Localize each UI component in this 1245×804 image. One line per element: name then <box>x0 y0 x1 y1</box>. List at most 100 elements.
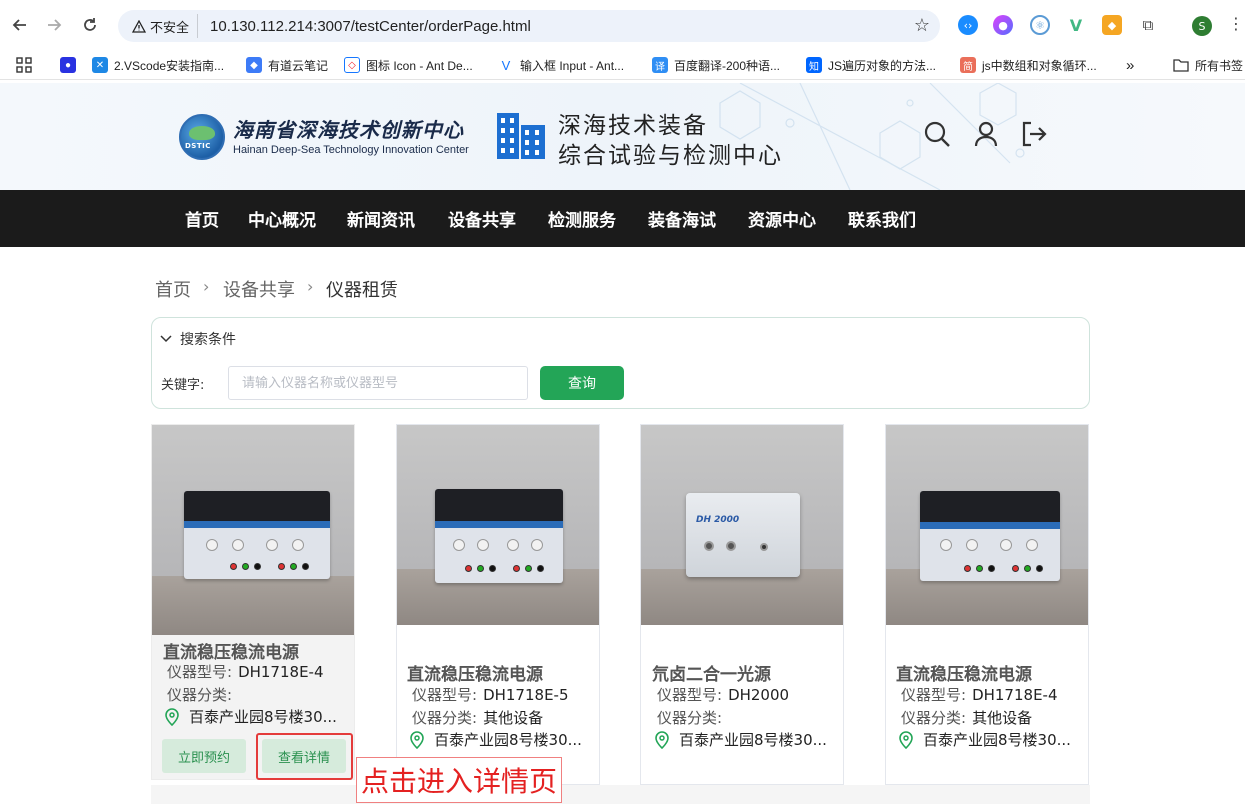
chevron-down-icon <box>160 335 172 343</box>
breadcrumb-chevron-icon: › <box>203 277 210 296</box>
nav-contact[interactable]: 联系我们 <box>848 206 916 231</box>
search-conditions-toggle[interactable]: 搜索条件 <box>160 329 236 349</box>
building-icon <box>497 113 545 159</box>
query-button[interactable]: 查询 <box>540 366 624 400</box>
back-arrow-icon[interactable] <box>8 13 32 37</box>
card-row-shadow <box>151 785 1090 804</box>
annotation-note: 点击进入详情页 <box>356 757 563 803</box>
product-photo[interactable] <box>886 425 1088 625</box>
search-conditions-title: 搜索条件 <box>180 332 236 348</box>
product-model: 仪器型号: DH1718E-5 <box>412 686 569 704</box>
bookmark-zhihu[interactable]: 知 JS遍历对象的方法... <box>806 55 936 75</box>
keyword-label: 关键字: <box>161 378 205 393</box>
youdao-note-icon: ◆ <box>246 57 262 73</box>
nav-about[interactable]: 中心概况 <box>248 206 316 231</box>
bookmark-youdao[interactable]: ◆ 有道云笔记 <box>246 55 328 75</box>
breadcrumb-equipment-sharing[interactable]: 设备共享 <box>223 276 295 302</box>
extensions-puzzle-icon[interactable]: ⧉ <box>1138 15 1158 35</box>
product-photo[interactable] <box>152 425 354 635</box>
extension-orange-icon[interactable]: ◆ <box>1102 15 1122 35</box>
forward-arrow-icon[interactable] <box>42 13 66 37</box>
bookmarks-overflow-button[interactable]: » <box>1126 55 1134 75</box>
keyword-input[interactable] <box>228 366 528 400</box>
product-model: 仪器型号: DH1718E-4 <box>167 663 324 681</box>
product-category: 仪器分类: <box>657 709 723 727</box>
product-category: 仪器分类: 其他设备 <box>412 709 544 727</box>
bookmark-jianshu[interactable]: 简 js中数组和对象循环... <box>960 55 1097 75</box>
nav-sea-trial[interactable]: 装备海试 <box>648 206 716 231</box>
bookmark-ant-input[interactable]: V 输入框 Input - Ant... <box>498 55 624 75</box>
product-name[interactable]: 直流稳压稳流电源 <box>896 660 1032 685</box>
breadcrumb-home[interactable]: 首页 <box>155 276 191 302</box>
nav-home[interactable]: 首页 <box>185 206 219 231</box>
folder-icon <box>1173 59 1189 72</box>
power-supply-image <box>920 491 1060 581</box>
nav-resources[interactable]: 资源中心 <box>748 206 816 231</box>
location-pin-icon <box>899 730 913 749</box>
user-icon[interactable] <box>972 120 1000 148</box>
search-icon[interactable] <box>923 120 951 148</box>
address-bar[interactable]: 不安全 10.130.112.214:3007/testCenter/order… <box>118 10 940 42</box>
product-name[interactable]: 直流稳压稳流电源 <box>407 660 543 685</box>
extension-vue-icon[interactable]: V <box>1066 15 1086 35</box>
security-indicator[interactable]: 不安全 <box>128 14 199 38</box>
dstic-logo[interactable]: DSTIC <box>179 114 225 160</box>
profile-avatar[interactable]: S <box>1192 16 1212 36</box>
product-location: 百泰产业园8号楼30... <box>409 729 582 750</box>
product-model: 仪器型号: DH2000 <box>657 686 790 704</box>
location-pin-icon <box>410 730 424 749</box>
nav-news[interactable]: 新闻资讯 <box>347 206 415 231</box>
logout-icon[interactable] <box>1020 120 1048 148</box>
ant-design-icon: ◇ <box>344 57 360 73</box>
baidu-paw-icon: ● <box>60 57 76 73</box>
url-text[interactable]: 10.130.112.214:3007/testCenter/orderPage… <box>210 18 531 35</box>
product-location: 百泰产业园8号楼30... <box>898 729 1071 750</box>
browser-toolbar: 不安全 10.130.112.214:3007/testCenter/order… <box>0 0 1245 50</box>
product-category: 仪器分类: 其他设备 <box>901 709 1033 727</box>
main-nav: 首页 中心概况 新闻资讯 设备共享 检测服务 装备海试 资源中心 联系我们 <box>0 190 1245 247</box>
vscode-icon: ✕ <box>92 57 108 73</box>
slogan-line-1: 深海技术装备 <box>558 113 708 139</box>
logo-globe-icon <box>189 126 215 140</box>
bookmark-ant-icon[interactable]: ◇ 图标 Icon - Ant De... <box>344 55 473 75</box>
jianshu-icon: 简 <box>960 57 976 73</box>
logo-tag: DSTIC <box>185 142 211 150</box>
nav-equipment-sharing[interactable]: 设备共享 <box>448 206 516 231</box>
product-model: 仪器型号: DH1718E-4 <box>901 686 1058 704</box>
reload-icon[interactable] <box>78 13 102 37</box>
browser-menu-icon[interactable]: ⋮ <box>1228 14 1244 33</box>
product-location: 百泰产业园8号楼30... <box>654 729 827 750</box>
product-photo[interactable]: DH 2000 <box>641 425 843 625</box>
extension-chat-icon[interactable]: ‹› <box>958 15 978 35</box>
bookmark-baidu-fanyi[interactable]: 译百度翻译-200种语... <box>652 55 780 75</box>
extension-react-icon[interactable]: ⚛ <box>1030 15 1050 35</box>
highlight-box <box>256 733 353 780</box>
location-pin-icon <box>655 730 669 749</box>
zhihu-icon: 知 <box>806 57 822 73</box>
device-label: DH 2000 <box>696 515 740 525</box>
product-category: 仪器分类: <box>167 686 233 704</box>
shield-v-icon: V <box>498 57 514 73</box>
reserve-button[interactable]: 立即预约 <box>162 739 246 773</box>
product-location: 百泰产业园8号楼30... <box>164 706 337 727</box>
apps-grid-icon[interactable] <box>16 55 32 75</box>
power-supply-image <box>184 491 330 579</box>
extension-ai-icon[interactable]: ● <box>993 15 1013 35</box>
breadcrumb-current: 仪器租赁 <box>326 280 398 301</box>
warning-icon <box>132 19 146 33</box>
bookmark-star-icon[interactable]: ☆ <box>914 15 930 36</box>
bookmark-vscode[interactable]: ✕ 2.VScode安装指南... <box>92 55 224 75</box>
bookmark-baidu[interactable]: ● <box>60 55 82 75</box>
product-name[interactable]: 直流稳压稳流电源 <box>163 638 299 663</box>
power-supply-image <box>435 489 563 583</box>
org-name-cn: 海南省深海技术创新中心 <box>233 118 464 142</box>
org-name-en: Hainan Deep-Sea Technology Innovation Ce… <box>233 144 469 156</box>
translate-icon: 译 <box>652 57 668 73</box>
slogan-line-2: 综合试验与检测中心 <box>558 143 783 169</box>
product-name[interactable]: 氘卤二合一光源 <box>652 660 771 685</box>
product-photo[interactable] <box>397 425 599 625</box>
light-source-image: DH 2000 <box>686 493 800 577</box>
all-bookmarks-folder[interactable]: 所有书签 <box>1173 55 1243 75</box>
nav-testing[interactable]: 检测服务 <box>548 206 616 231</box>
location-pin-icon <box>165 707 179 726</box>
